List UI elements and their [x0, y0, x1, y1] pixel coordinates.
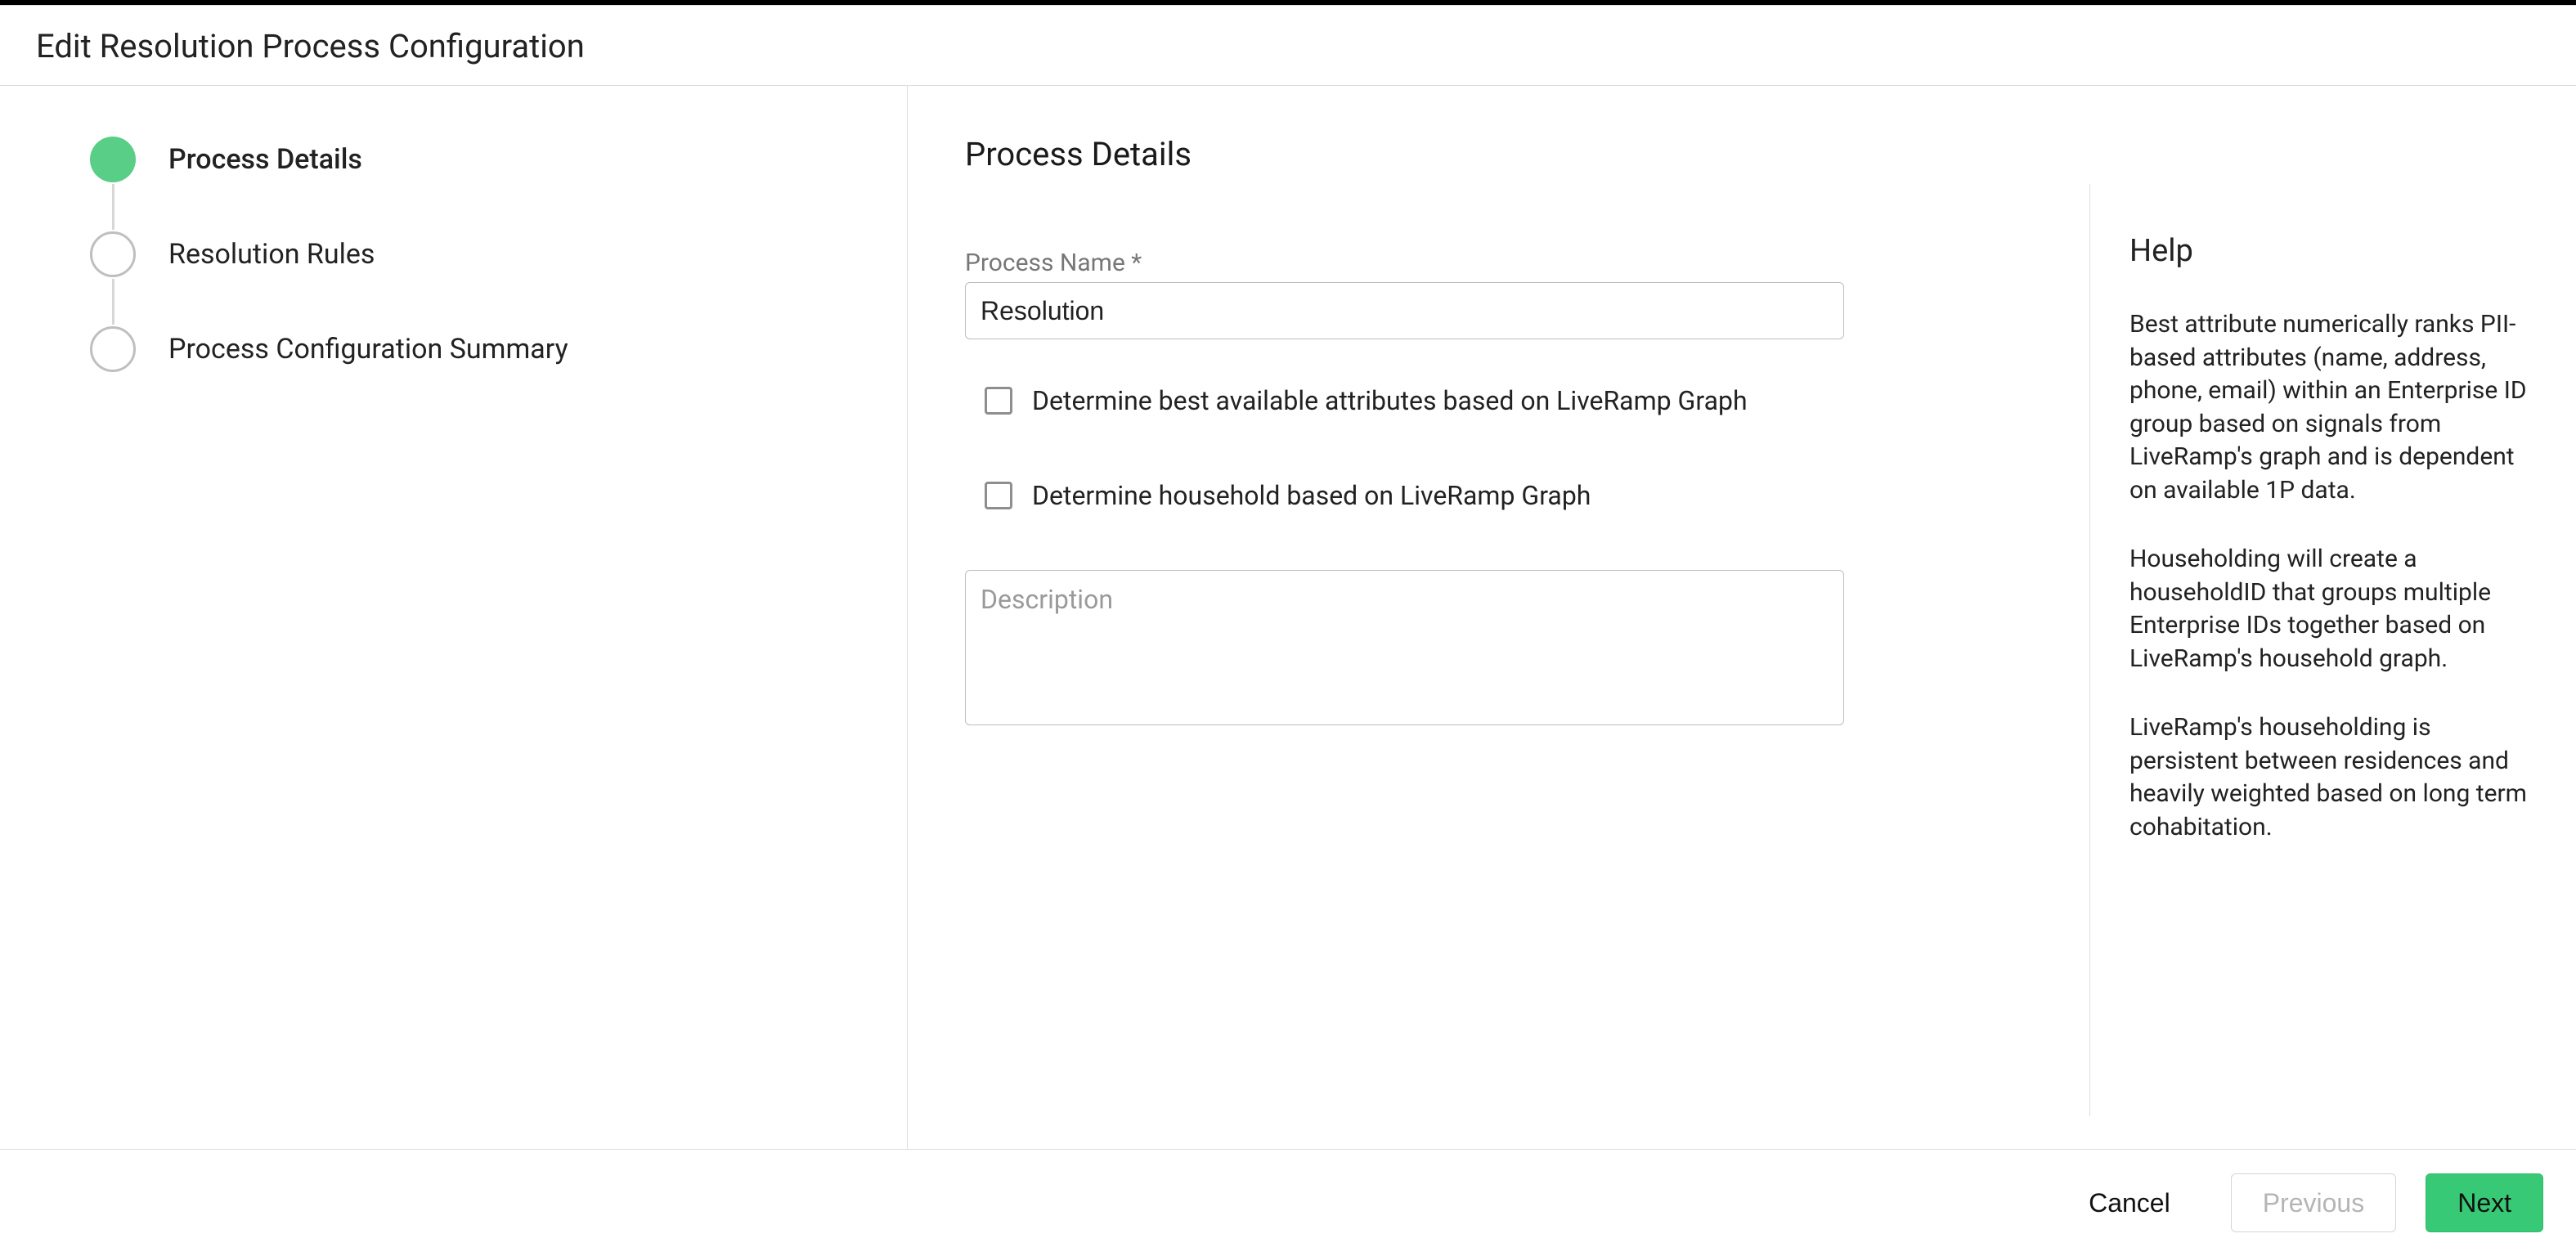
- previous-button[interactable]: Previous: [2231, 1173, 2397, 1232]
- step-resolution-rules[interactable]: Resolution Rules: [90, 230, 874, 279]
- step-dot-inactive-icon: [90, 231, 136, 277]
- checkbox-unchecked-icon[interactable]: [985, 482, 1012, 509]
- step-label: Resolution Rules: [168, 238, 375, 271]
- process-name-label: Process Name *: [965, 249, 2032, 277]
- next-button[interactable]: Next: [2426, 1173, 2543, 1232]
- cancel-button[interactable]: Cancel: [2058, 1173, 2201, 1232]
- footer: Cancel Previous Next: [0, 1150, 2576, 1256]
- help-paragraph: Householding will create a householdID t…: [2129, 543, 2537, 675]
- step-label: Process Configuration Summary: [168, 333, 568, 366]
- help-paragraph: LiveRamp's householding is persistent be…: [2129, 711, 2537, 844]
- process-name-input[interactable]: [965, 282, 1844, 339]
- step-dot-inactive-icon: [90, 326, 136, 372]
- step-label: Process Details: [168, 143, 362, 176]
- titlebar: Edit Resolution Process Configuration: [0, 5, 2576, 86]
- description-textarea[interactable]: [965, 570, 1844, 725]
- step-process-details[interactable]: Process Details: [90, 135, 874, 184]
- step-connector: [112, 184, 114, 230]
- page-root: Edit Resolution Process Configuration Pr…: [0, 0, 2576, 1256]
- checkbox-unchecked-icon[interactable]: [985, 387, 1012, 415]
- step-connector: [112, 279, 114, 325]
- page-title: Edit Resolution Process Configuration: [36, 27, 2540, 65]
- checkbox-row-best-attributes[interactable]: Determine best available attributes base…: [985, 385, 2032, 416]
- help-paragraph: Best attribute numerically ranks PII-bas…: [2129, 308, 2537, 507]
- form-area: Process Details Process Name * Determine…: [908, 86, 2089, 1149]
- step-dot-active-icon: [90, 137, 136, 182]
- form-heading: Process Details: [965, 135, 2032, 173]
- checkbox-label: Determine household based on LiveRamp Gr…: [1032, 480, 1591, 511]
- main-column: Process Details Process Name * Determine…: [908, 86, 2576, 1149]
- help-panel: Help Best attribute numerically ranks PI…: [2089, 184, 2576, 1116]
- checkbox-row-household[interactable]: Determine household based on LiveRamp Gr…: [985, 480, 2032, 511]
- checkbox-label: Determine best available attributes base…: [1032, 385, 1748, 416]
- body: Process Details Resolution Rules Process…: [0, 86, 2576, 1150]
- help-heading: Help: [2129, 233, 2537, 269]
- step-config-summary[interactable]: Process Configuration Summary: [90, 325, 874, 374]
- stepper: Process Details Resolution Rules Process…: [0, 86, 908, 1149]
